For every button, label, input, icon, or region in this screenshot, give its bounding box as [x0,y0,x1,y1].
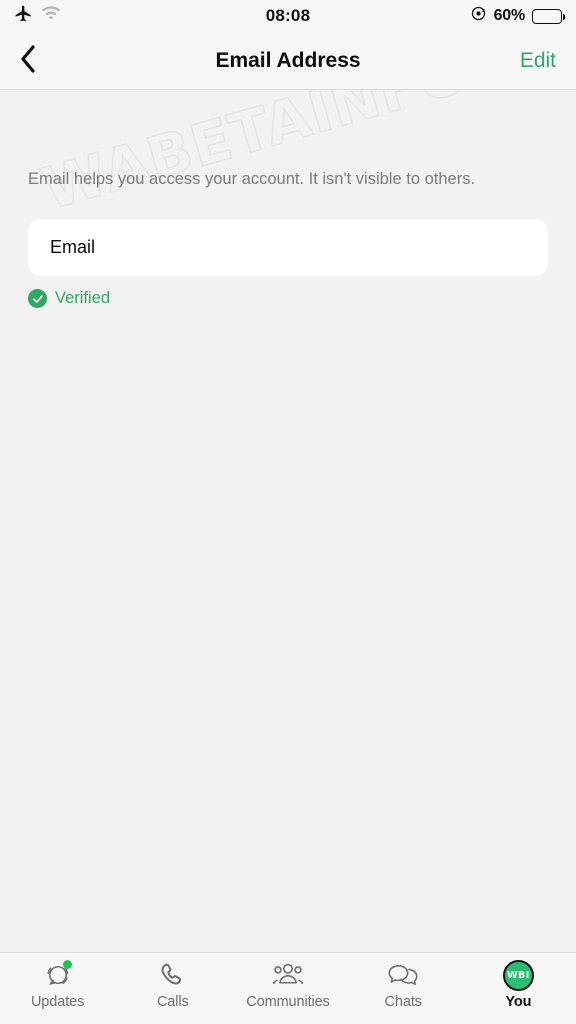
email-field-container: Email [28,219,548,276]
email-input[interactable]: Email [28,219,548,276]
status-bar-right: 60% [470,5,562,27]
rotation-lock-icon [470,5,487,27]
main-content: WABETAINFO Email helps you access your a… [0,90,576,952]
tab-calls-label: Calls [157,994,189,1010]
navigation-bar: Email Address Edit [0,32,576,90]
tab-chats-label: Chats [385,994,422,1010]
status-updates-icon [43,959,73,991]
bottom-tab-bar: Updates Calls C [0,952,576,1024]
description-text: Email helps you access your account. It … [28,169,552,190]
airplane-mode-icon [14,4,33,28]
status-bar: 08:08 60% [0,0,576,32]
status-bar-left [14,4,61,28]
tab-updates-label: Updates [31,994,84,1010]
battery-icon [532,9,562,24]
phone-icon [159,959,187,991]
tab-you[interactable]: WBI You [461,959,576,1010]
tab-calls[interactable]: Calls [115,959,230,1010]
tab-communities[interactable]: Communities [230,959,345,1010]
wifi-icon [41,6,61,26]
email-input-value: Email [50,237,95,258]
tab-updates[interactable]: Updates [0,959,115,1010]
avatar-icon: WBI [503,959,534,991]
check-circle-icon [28,289,47,308]
back-button[interactable] [18,41,52,81]
tab-you-label: You [505,994,531,1010]
avatar: WBI [503,960,534,991]
chats-icon [387,959,419,991]
communities-icon [271,959,305,991]
watermark: WABETAINFO [35,90,476,223]
tab-chats[interactable]: Chats [346,959,461,1010]
updates-badge-dot [63,960,72,969]
page-title: Email Address [0,49,576,73]
app-screen: 08:08 60% Email Address [0,0,576,1024]
verified-status: Verified [28,289,548,308]
tab-communities-label: Communities [246,994,330,1010]
chevron-left-icon [18,43,38,78]
edit-button[interactable]: Edit [518,49,558,73]
battery-percentage: 60% [494,7,525,25]
verified-label: Verified [55,289,110,308]
